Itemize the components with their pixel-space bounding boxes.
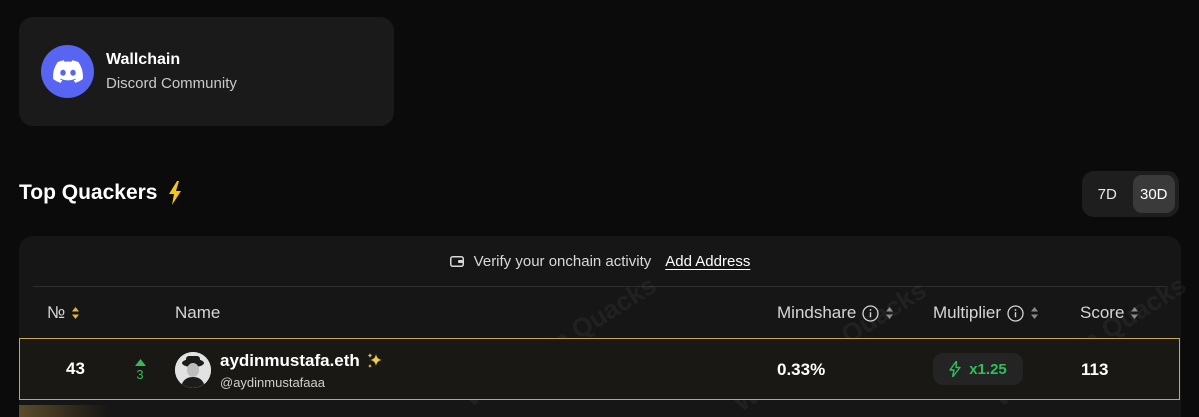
verify-text: Verify your onchain activity [473, 252, 652, 270]
next-row-avatar [19, 405, 109, 417]
add-address-link[interactable]: Add Address [665, 253, 750, 270]
discord-icon [41, 45, 94, 98]
table-row[interactable]: 43 3 aydinmustafa.eth @aydinmustafaaa 0.… [19, 338, 1180, 400]
sort-icon [1031, 307, 1039, 319]
multiplier-column-header[interactable]: Multiplier [933, 302, 1039, 324]
leaderboard-page: Wallchain Discord Community Top Quackers… [0, 0, 1199, 417]
rank-change: 3 [133, 359, 147, 382]
multiplier-header-label: Multiplier [933, 303, 1002, 322]
user-name-text: aydinmustafa.eth [220, 351, 360, 370]
multiplier-value: x1.25 [969, 360, 1007, 378]
name-header-label: Name [175, 303, 221, 322]
rank-delta: 3 [136, 367, 144, 382]
rank-header-label: № [47, 303, 66, 322]
rank-value: 43 [66, 359, 85, 378]
period-7d-button[interactable]: 7D [1086, 175, 1129, 213]
community-card[interactable]: Wallchain Discord Community [19, 17, 394, 126]
divider [33, 286, 1167, 287]
period-30d-button[interactable]: 30D [1132, 175, 1175, 213]
wallet-icon [449, 256, 464, 267]
sort-icon [1131, 307, 1139, 319]
mindshare-header-label: Mindshare [777, 303, 857, 322]
sort-icon [72, 307, 80, 319]
sparkle-icon [367, 353, 382, 368]
mindshare-value: 0.33% [777, 360, 826, 379]
verify-bar: Verify your onchain activity Add Address [19, 236, 1181, 286]
period-toggle: 7D 30D [1082, 171, 1179, 217]
info-icon[interactable] [1007, 304, 1024, 322]
user-handle: @aydinmustafaaa [220, 375, 325, 390]
rank-column-header[interactable]: № [47, 302, 80, 324]
score-header-label: Score [1080, 303, 1125, 322]
info-icon[interactable] [862, 304, 880, 322]
community-name: Wallchain [106, 51, 181, 68]
section-title: Top Quackers [19, 181, 182, 205]
multiplier-badge: x1.25 [933, 353, 1023, 385]
lightning-bolt-icon [949, 361, 961, 377]
section-title-text: Top Quackers [19, 181, 158, 204]
sort-icon [886, 307, 894, 319]
name-column-header: Name [175, 302, 220, 324]
community-subtitle: Discord Community [106, 75, 237, 92]
mindshare-column-header[interactable]: Mindshare [777, 302, 894, 324]
score-column-header[interactable]: Score [1080, 302, 1139, 324]
score-value: 113 [1081, 360, 1109, 379]
avatar[interactable] [175, 352, 211, 388]
user-name[interactable]: aydinmustafa.eth [220, 351, 384, 371]
lightning-bolt-icon [168, 181, 181, 205]
triangle-up-icon [134, 359, 146, 366]
